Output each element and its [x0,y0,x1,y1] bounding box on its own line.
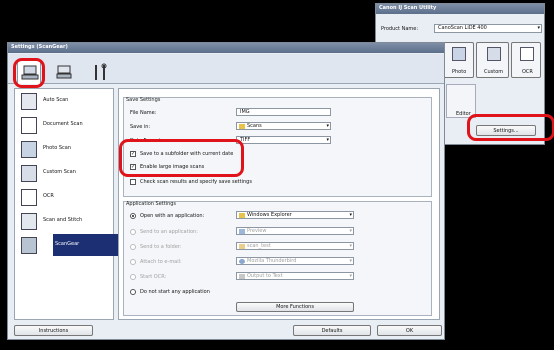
photo-scan-icon [21,141,37,158]
highlight-scan-from-computer-tab [13,58,45,88]
check-scan-results-checkbox[interactable] [130,179,136,185]
send-app-dropdown[interactable]: Preview [236,227,354,235]
open-app-label: Open with an application: [140,213,205,219]
start-ocr-dropdown[interactable]: Output to Text [236,272,354,280]
sidebar-item-auto-scan[interactable]: Auto Scan [15,90,113,112]
ok-button[interactable]: OK [377,325,442,336]
scan-and-stitch-icon [21,213,37,230]
start-ocr-value: Output to Text [247,273,283,279]
open-app-dropdown[interactable]: Windows Explorer [236,211,354,219]
highlight-settings-button [467,114,554,141]
sidebar-item-scangear[interactable]: ScanGear [15,234,123,256]
custom-tile-label: Custom [484,69,504,75]
more-functions-button[interactable]: More Functions [236,302,354,312]
save-in-value: Scans [247,123,262,129]
tab-scan-from-panel[interactable] [52,60,76,84]
auto-scan-icon [21,93,37,110]
ocr-tile-icon [520,47,534,61]
photo-tile-label: Photo [452,69,467,75]
send-folder-value: scan_test [247,243,271,249]
folder-icon [239,124,245,129]
panel-scan-icon [56,65,72,79]
explorer-icon [239,213,245,218]
tools-icon [95,63,107,80]
product-name-label: Product Name: [381,26,419,32]
start-ocr-label: Start OCR: [140,274,167,280]
settings-content-panel: Save Settings File Name: IMG Save in: Sc… [118,88,440,320]
ocr-tile[interactable]: OCR [511,42,541,78]
check-scan-results-label: Check scan results and specify save sett… [140,179,252,185]
start-ocr-radio[interactable] [130,274,136,280]
highlight-checkbox-options [119,139,244,177]
folder-icon [239,244,245,249]
scan-type-sidebar: Auto Scan Document Scan Photo Scan Custo… [14,88,123,320]
settings-titlebar: Settings (ScanGear) [8,43,444,53]
send-folder-dropdown[interactable]: scan_test [236,242,354,250]
sidebar-label: Custom Scan [43,169,76,175]
settings-dialog: Settings (ScanGear) Auto Scan Document S… [7,42,445,340]
tab-general-settings[interactable] [88,60,112,84]
no-app-label: Do not start any application [140,289,210,295]
custom-tile[interactable]: Custom [476,42,509,78]
attach-email-label: Attach to e-mail: [140,259,182,265]
attach-email-dropdown[interactable]: Mozilla Thunderbird [236,257,354,265]
thunderbird-icon [239,259,245,264]
sidebar-item-scan-and-stitch[interactable]: Scan and Stitch [15,210,113,232]
sidebar-label: ScanGear [55,241,80,247]
open-app-value: Windows Explorer [247,212,292,218]
attach-email-value: Mozilla Thunderbird [247,258,297,264]
application-settings-group: Application Settings Open with an applic… [123,201,432,316]
sidebar-label: OCR [43,193,54,199]
file-name-input[interactable]: IMG [236,108,331,116]
ocr-output-icon [239,274,245,279]
attach-email-radio[interactable] [130,259,136,265]
send-app-label: Send to an application: [140,229,198,235]
editor-tile[interactable]: Editor [446,84,476,118]
ocr-icon [21,189,37,206]
sidebar-label: Document Scan [43,121,83,127]
scangear-icon [21,237,37,254]
send-app-radio[interactable] [130,229,136,235]
sidebar-label: Auto Scan [43,97,69,103]
sidebar-item-ocr[interactable]: OCR [15,186,113,208]
send-folder-radio[interactable] [130,244,136,250]
settings-tab-bar [8,54,444,84]
open-app-radio[interactable] [130,213,136,219]
sidebar-label: Photo Scan [43,145,72,151]
application-settings-heading: Application Settings [126,201,177,207]
defaults-button[interactable]: Defaults [293,325,371,336]
save-in-dropdown[interactable]: Scans [236,122,331,130]
save-settings-heading: Save Settings [126,97,161,103]
save-in-label: Save in: [130,124,151,130]
settings-title: Settings (ScanGear) [11,44,68,50]
sidebar-item-photo-scan[interactable]: Photo Scan [15,138,113,160]
ocr-tile-label: OCR [522,69,533,75]
data-format-dropdown[interactable]: TIFF [236,136,331,144]
file-name-label: File Name: [130,110,157,116]
sidebar-item-custom-scan[interactable]: Custom Scan [15,162,113,184]
custom-scan-icon [21,165,37,182]
sidebar-item-document-scan[interactable]: Document Scan [15,114,113,136]
utility-titlebar: Canon IJ Scan Utility [376,4,544,14]
photo-tile-icon [452,47,466,61]
custom-tile-icon [487,47,501,61]
document-scan-icon [21,117,37,134]
sidebar-label: Scan and Stitch [43,217,83,223]
utility-title: Canon IJ Scan Utility [379,5,437,11]
instructions-button[interactable]: Instructions [14,325,93,336]
photo-tile[interactable]: Photo [441,42,474,78]
product-name-dropdown[interactable]: CanoScan LiDE 400 [434,24,542,33]
send-folder-label: Send to a folder: [140,244,182,250]
no-app-radio[interactable] [130,289,136,295]
preview-icon [239,229,245,234]
send-app-value: Preview [247,228,267,234]
